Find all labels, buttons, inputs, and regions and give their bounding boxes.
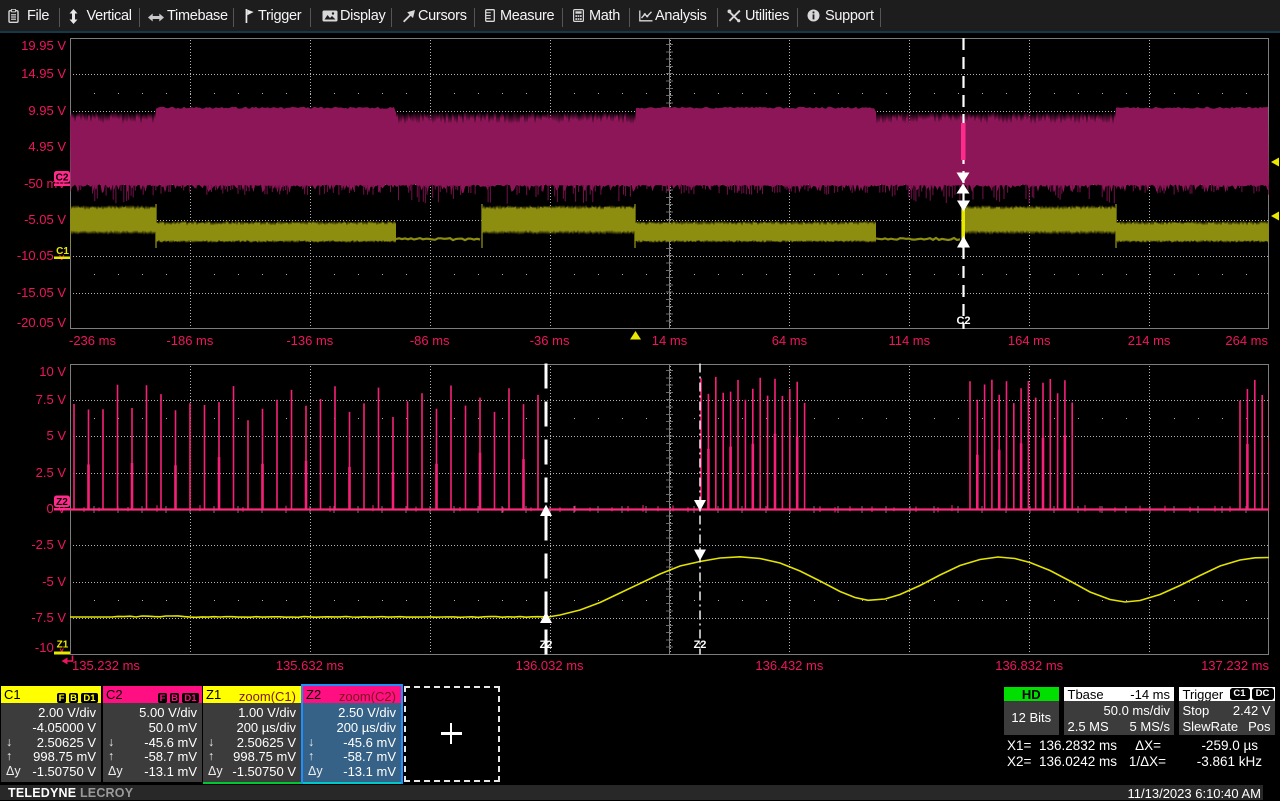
svg-text:Z2: Z2 <box>540 639 553 651</box>
svg-text:Z2: Z2 <box>694 639 707 651</box>
svg-text:Z1: Z1 <box>57 640 69 651</box>
svg-text:C1: C1 <box>56 246 69 257</box>
svg-text:Z2: Z2 <box>56 497 68 508</box>
svg-text:C2: C2 <box>956 315 970 327</box>
svg-text:C2: C2 <box>56 173 69 184</box>
